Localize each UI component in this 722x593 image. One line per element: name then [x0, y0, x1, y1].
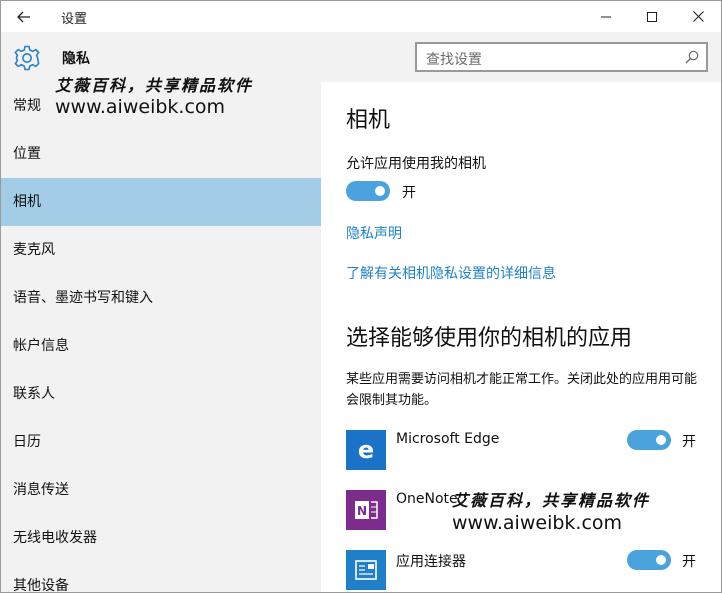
search-input[interactable]: 查找设置 [415, 42, 708, 72]
title-bar: 设置 [1, 1, 721, 32]
watermark-url: www.aiweibk.com [452, 512, 623, 534]
sidebar-item-label: 常规 [13, 98, 41, 114]
allow-camera-label: 允许应用使用我的相机 [346, 156, 486, 172]
allow-camera-toggle-state: 开 [402, 185, 416, 201]
learn-more-link[interactable]: 了解有关相机隐私设置的详细信息 [346, 263, 556, 283]
sidebar-item-label: 日历 [13, 434, 41, 450]
minimize-button[interactable] [583, 1, 629, 32]
app-connector-toggle-state: 开 [682, 554, 696, 570]
sidebar-item-other-devices[interactable]: 其他设备 [1, 562, 321, 593]
sidebar-item-label: 其他设备 [13, 578, 69, 593]
edge-toggle-state: 开 [682, 434, 696, 450]
maximize-button[interactable] [629, 1, 675, 32]
edge-icon: e [346, 430, 386, 470]
sidebar-item-speech-inking-typing[interactable]: 语音、墨迹书写和键入 [1, 274, 321, 322]
privacy-statement-link[interactable]: 隐私声明 [346, 223, 402, 243]
sidebar-item-label: 麦克风 [13, 242, 55, 258]
settings-window: 设置 隐私 查找设置 常规 位置 相机 麦克风 语音、墨迹书写和键入 帐户信息 … [0, 0, 722, 593]
apps-description: 某些应用需要访问相机才能正常工作。关闭此处的应用用可能会限制其功能。 [346, 372, 698, 408]
watermark-url: www.aiweibk.com [55, 96, 226, 118]
sidebar-item-messaging[interactable]: 消息传送 [1, 466, 321, 514]
sidebar-item-contacts[interactable]: 联系人 [1, 370, 321, 418]
app-name: OneNote [396, 491, 458, 507]
sidebar-item-label: 消息传送 [13, 482, 69, 498]
sidebar-item-camera[interactable]: 相机 [1, 178, 321, 226]
app-name: 应用连接器 [396, 554, 466, 570]
window-title: 设置 [61, 12, 88, 27]
sidebar-item-label: 语音、墨迹书写和键入 [13, 290, 153, 306]
apps-section-title: 选择能够使用你的相机的应用 [346, 326, 633, 351]
sidebar-item-label: 联系人 [13, 386, 55, 402]
section-title: 隐私 [62, 51, 90, 67]
onenote-icon: N [346, 490, 386, 530]
sidebar-item-location[interactable]: 位置 [1, 130, 321, 178]
svg-text:e: e [358, 437, 374, 463]
gear-icon [14, 45, 40, 71]
minimize-icon [601, 16, 611, 17]
app-name: Microsoft Edge [396, 431, 500, 447]
sidebar-item-account-info[interactable]: 帐户信息 [1, 322, 321, 370]
close-button[interactable] [675, 1, 721, 32]
sidebar-item-label: 相机 [13, 194, 41, 210]
allow-camera-toggle[interactable] [346, 181, 390, 201]
close-icon [692, 11, 704, 22]
watermark-text: 艾薇百科，共享精品软件 [55, 76, 254, 95]
svg-text:N: N [357, 504, 367, 518]
app-connector-icon [346, 550, 386, 590]
sidebar-item-radios[interactable]: 无线电收发器 [1, 514, 321, 562]
sidebar-item-label: 无线电收发器 [13, 530, 97, 546]
back-button[interactable] [1, 1, 47, 32]
app-connector-camera-toggle[interactable] [627, 550, 671, 570]
sidebar-item-calendar[interactable]: 日历 [1, 418, 321, 466]
maximize-icon [647, 11, 657, 22]
sidebar-item-label: 帐户信息 [13, 338, 69, 354]
edge-camera-toggle[interactable] [627, 430, 671, 450]
watermark-text: 艾薇百科，共享精品软件 [452, 491, 651, 510]
search-placeholder: 查找设置 [426, 52, 482, 68]
search-icon[interactable] [685, 50, 699, 64]
page-title: 相机 [346, 108, 391, 133]
sidebar-item-microphone[interactable]: 麦克风 [1, 226, 321, 274]
sidebar-item-label: 位置 [13, 146, 41, 162]
arrow-left-icon [17, 11, 30, 22]
